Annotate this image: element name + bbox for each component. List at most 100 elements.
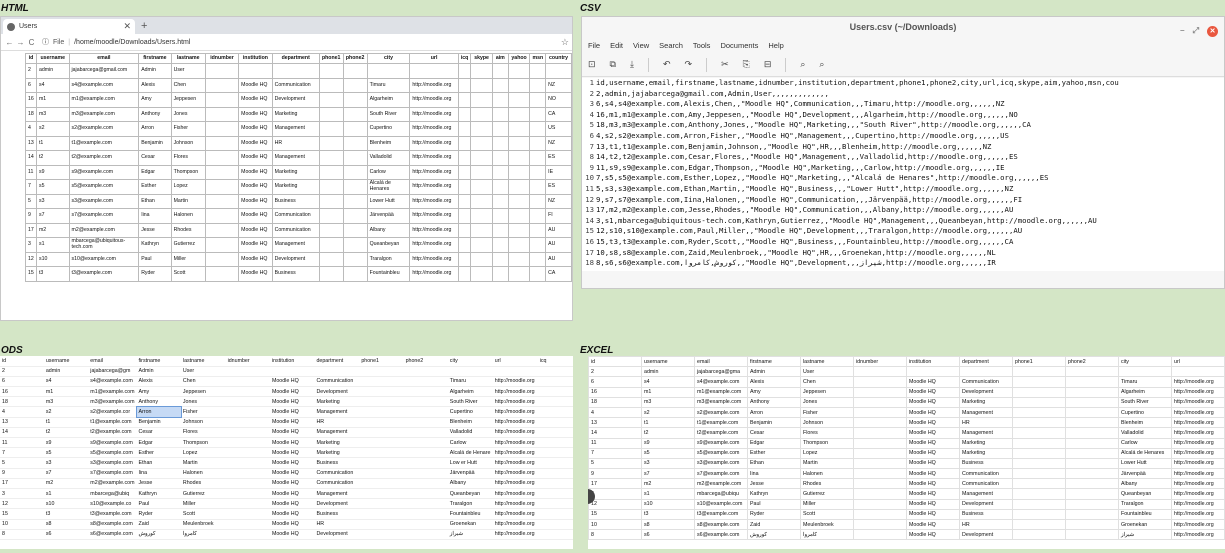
editor-text-area[interactable]: 1 id,username,email,firstname,lastname,id… [582,78,1224,271]
sheet-cell[interactable]: jajabarcega@gm [88,366,137,377]
sheet-cell[interactable]: Johnson [180,417,226,428]
sheet-cell[interactable] [1065,508,1119,521]
sheet-cell[interactable]: t3 [43,508,89,520]
sheet-cell[interactable]: http://moodle.org [1171,417,1225,429]
sheet-cell[interactable] [853,437,907,449]
sheet-cell[interactable]: t1@example.com [88,417,137,428]
forward-arrow-icon[interactable]: → [15,38,26,47]
sheet-cell[interactable]: http://moodle.org [1171,508,1225,521]
sheet-cell[interactable] [1065,437,1119,449]
sheet-cell[interactable]: Moodle HQ [269,427,315,439]
sheet-cell[interactable]: Moodle HQ [269,406,315,418]
sheet-cell[interactable]: Lower Hutt [1118,457,1172,470]
sheet-cell[interactable]: s6@example.com [88,529,137,540]
sheet-cell[interactable]: http://moodle.org [1171,518,1225,531]
sheet-cell[interactable]: Carlow [447,437,493,449]
sheet-cell[interactable]: Moodle HQ [269,519,315,530]
sheet-cell[interactable]: 4 [0,406,44,418]
sheet-cell[interactable]: 4 [588,406,642,419]
sheet-cell[interactable] [447,366,493,377]
menu-item[interactable]: Tools [693,41,711,50]
sheet-cell[interactable]: s2 [641,406,695,419]
sheet-cell[interactable] [403,488,448,500]
sheet-cell[interactable]: Meulenbroek [800,518,854,531]
sheet-cell[interactable] [1012,437,1066,449]
sheet-cell[interactable] [359,427,404,439]
sheet-cell[interactable]: Thompson [800,437,854,449]
sheet-cell[interactable] [403,427,448,439]
sheet-cell[interactable]: s8 [43,519,89,530]
sheet-cell[interactable]: User [180,366,226,377]
sheet-cell[interactable] [403,498,448,510]
sheet-cell[interactable]: Development [959,529,1013,541]
sheet-cell[interactable]: Anthony [136,396,181,408]
close-window-icon[interactable]: ✕ [1207,25,1218,37]
back-arrow-icon[interactable]: ← [4,38,15,47]
sheet-cell[interactable]: s5 [43,447,89,459]
sheet-cell[interactable]: s9@example.com [88,437,137,449]
sheet-cell[interactable]: http://moodle.org [1171,386,1225,398]
sheet-cell[interactable]: m2@example.com [694,478,748,490]
sheet-cell[interactable] [403,386,448,398]
sheet-cell[interactable]: Thompson [180,437,226,449]
sheet-cell[interactable]: Cesar [747,427,801,439]
sheet-cell[interactable] [853,417,907,429]
sheet-cell[interactable] [1012,376,1066,388]
sheet-cell[interactable]: Moodle HQ [269,386,315,398]
sheet-cell[interactable] [225,396,270,408]
sheet-cell[interactable] [1012,498,1066,510]
sheet-cell[interactable] [853,498,907,510]
sheet-cell[interactable]: 8 [588,529,642,541]
sheet-cell[interactable]: s6 [43,529,89,540]
sheet-cell[interactable]: s4@example.com [88,376,137,388]
sheet-cell[interactable] [359,457,404,469]
sheet-cell[interactable]: Timaru [447,376,493,388]
sheet-cell[interactable]: admin [641,366,695,378]
sheet-cell[interactable]: Benjamin [136,417,181,428]
sheet-cell[interactable]: Arron [135,405,182,419]
sheet-cell[interactable]: Moodle HQ [269,508,315,520]
sheet-cell[interactable]: Moodle HQ [906,437,960,449]
sheet-cell[interactable] [225,417,270,428]
header-cell[interactable]: url [1171,356,1225,368]
sheet-cell[interactable]: Ethan [747,457,801,470]
sheet-cell[interactable]: Scott [180,508,226,520]
header-cell[interactable]: idnumber [853,356,907,368]
sheet-cell[interactable] [359,417,404,428]
sheet-cell[interactable]: Flores [800,427,854,439]
sheet-cell[interactable]: Communication [314,376,360,388]
sheet-cell[interactable]: Chen [800,376,854,388]
sheet-cell[interactable] [537,457,573,469]
sheet-cell[interactable] [1065,366,1119,378]
sheet-cell[interactable]: Admin [747,366,801,378]
header-cell[interactable]: institution [906,356,960,368]
header-cell[interactable]: icq [537,356,573,367]
sheet-cell[interactable]: Business [959,457,1013,470]
sheet-cell[interactable]: http://moodle.org [492,529,538,540]
sheet-cell[interactable] [537,508,573,520]
sheet-cell[interactable] [1012,529,1066,541]
header-cell[interactable]: phone1 [359,356,404,367]
sheet-cell[interactable]: m3@example.com [88,396,137,408]
sheet-cell[interactable]: Anthony [747,396,801,408]
sheet-cell[interactable]: http://moodle.org [492,508,538,520]
sheet-cell[interactable] [359,376,404,388]
sheet-cell[interactable]: Cupertino [1118,406,1172,419]
sheet-cell[interactable]: s2 [43,406,89,418]
sheet-cell[interactable]: m1@example.com [88,386,137,398]
sheet-cell[interactable]: m2@example.com [88,478,137,489]
sheet-cell[interactable]: http://moodle.org [492,396,538,408]
sheet-cell[interactable]: Development [314,529,360,540]
sheet-cell[interactable] [269,366,315,377]
sheet-cell[interactable]: s10@example.co [88,498,137,510]
sheet-cell[interactable]: South River [447,396,493,408]
sheet-cell[interactable]: Albany [1118,478,1172,490]
sheet-cell[interactable]: Marketing [314,437,360,449]
sheet-cell[interactable] [1065,529,1119,541]
sheet-cell[interactable]: s5@example.com [694,447,748,459]
sheet-cell[interactable]: t2@example.com [88,427,137,439]
open-file-icon[interactable]: ⧉ [610,59,616,70]
search-icon[interactable]: ⌕ [800,59,805,70]
sheet-cell[interactable] [1012,417,1066,429]
sheet-cell[interactable]: admin [43,366,89,377]
